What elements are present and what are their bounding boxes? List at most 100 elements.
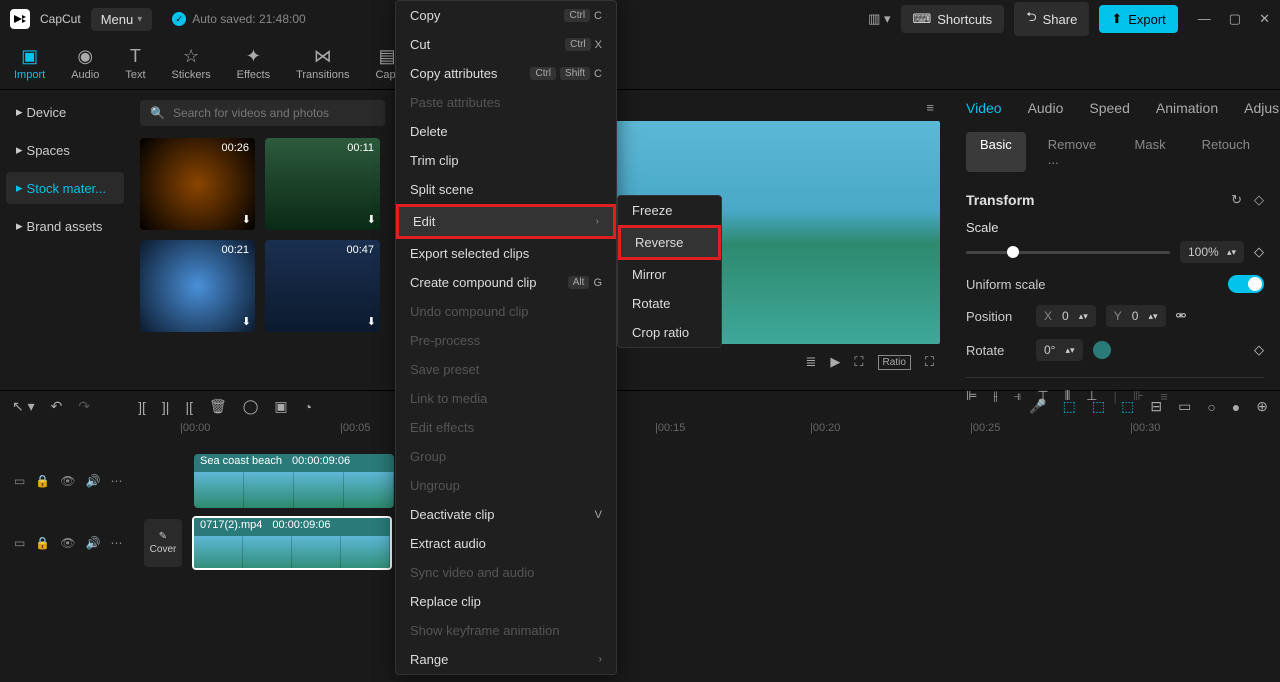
redo-icon[interactable]: ↷: [78, 398, 90, 415]
ctx-delete[interactable]: Delete: [396, 117, 616, 146]
shortcuts-button[interactable]: ⌨Shortcuts: [901, 5, 1005, 33]
tab-animation[interactable]: Animation: [1156, 100, 1218, 116]
play-icon[interactable]: ▶: [830, 354, 840, 370]
sub-mirror[interactable]: Mirror: [618, 260, 721, 289]
download-icon[interactable]: ⬇: [367, 315, 376, 328]
split-icon[interactable]: ][: [138, 399, 146, 415]
layer-icon[interactable]: ▭: [1178, 398, 1191, 415]
search-input[interactable]: 🔍Search for videos and photos: [140, 100, 385, 126]
fullscreen-icon[interactable]: ⛶: [925, 354, 934, 370]
align-center-icon[interactable]: ⫲: [993, 388, 997, 404]
ctx-edit[interactable]: Edit›: [396, 204, 616, 239]
tool-import[interactable]: ▣Import: [14, 46, 45, 81]
ctx-replaceclip[interactable]: Replace clip: [396, 587, 616, 616]
ctx-copyattr[interactable]: Copy attributesCtrlShiftC: [396, 59, 616, 88]
list-icon[interactable]: ≣: [806, 354, 817, 370]
eye-icon[interactable]: 👁: [60, 474, 75, 488]
timeline-clip-selected[interactable]: 0717(2).mp400:00:09:06: [192, 516, 392, 570]
collapse-icon[interactable]: ▭: [14, 474, 25, 488]
more-icon[interactable]: ⋯: [110, 474, 122, 488]
zoom-in-icon[interactable]: ⊕: [1256, 398, 1268, 415]
subtab-remove[interactable]: Remove ...: [1034, 132, 1113, 172]
sidebar-item-stock[interactable]: ▸ Stock mater...: [6, 172, 124, 204]
undo-icon[interactable]: ↶: [51, 398, 63, 415]
stepper-icon[interactable]: ▴▾: [1227, 247, 1236, 258]
zoom-slider[interactable]: ●: [1232, 399, 1240, 415]
scale-value[interactable]: 100%▴▾: [1180, 241, 1244, 263]
frame-icon[interactable]: ⛶: [854, 354, 863, 370]
lock-icon[interactable]: 🔒: [35, 536, 50, 550]
track-icon[interactable]: ⊟: [1150, 398, 1162, 415]
ctx-copy[interactable]: CopyCtrlC: [396, 1, 616, 30]
preview-axis-icon[interactable]: ⬚: [1121, 398, 1134, 415]
timeline-clip[interactable]: Sea coast beach00:00:09:06: [194, 454, 394, 508]
sidebar-item-device[interactable]: ▸ Device: [6, 96, 124, 128]
download-icon[interactable]: ⬇: [242, 315, 251, 328]
download-icon[interactable]: ⬇: [367, 213, 376, 226]
download-icon[interactable]: ⬇: [242, 213, 251, 226]
speed-icon[interactable]: ◔: [304, 399, 312, 415]
scale-slider[interactable]: [966, 251, 1170, 254]
align-left-icon[interactable]: ⊫: [966, 388, 977, 404]
pos-x-field[interactable]: X0▴▾: [1036, 305, 1096, 327]
eye-icon[interactable]: 👁: [60, 536, 75, 550]
layout-icon[interactable]: ▥ ▾: [868, 11, 890, 27]
tab-adjust[interactable]: Adjus: [1244, 100, 1279, 116]
ctx-extractaudio[interactable]: Extract audio: [396, 529, 616, 558]
zoom-out-icon[interactable]: ○: [1207, 399, 1215, 415]
ctx-deactivate[interactable]: Deactivate clipV: [396, 500, 616, 529]
ctx-createcomp[interactable]: Create compound clipAltG: [396, 268, 616, 297]
subtab-retouch[interactable]: Retouch: [1188, 132, 1264, 172]
sub-rotate[interactable]: Rotate: [618, 289, 721, 318]
tool-text[interactable]: TText: [125, 46, 145, 81]
linkage-icon[interactable]: ⬚: [1092, 398, 1105, 415]
ctx-range[interactable]: Range›: [396, 645, 616, 674]
keyframe-icon[interactable]: ◇: [1254, 244, 1264, 260]
close-icon[interactable]: ✕: [1259, 11, 1270, 27]
sidebar-item-brand[interactable]: ▸ Brand assets: [6, 210, 124, 242]
media-thumb[interactable]: 00:26⬇: [140, 138, 255, 230]
media-thumb[interactable]: 00:47⬇: [265, 240, 380, 332]
rotate-dial[interactable]: [1093, 341, 1111, 359]
keyframe-icon[interactable]: ◇: [1254, 342, 1264, 358]
collapse-icon[interactable]: ▭: [14, 536, 25, 550]
link-icon[interactable]: ⚮: [1176, 308, 1187, 324]
export-button[interactable]: ⬆Export: [1099, 5, 1177, 33]
ratio-icon[interactable]: Ratio: [878, 355, 911, 370]
ctx-splitscene[interactable]: Split scene: [396, 175, 616, 204]
sub-cropratio[interactable]: Crop ratio: [618, 318, 721, 347]
tool-transitions[interactable]: ⋈Transitions: [296, 46, 349, 81]
sub-freeze[interactable]: Freeze: [618, 196, 721, 225]
align-right-icon[interactable]: ⫣: [1014, 388, 1022, 404]
cursor-icon[interactable]: ↖ ▾: [12, 398, 35, 415]
minimize-icon[interactable]: —: [1198, 11, 1211, 27]
mic-icon[interactable]: 🎤: [1029, 398, 1046, 415]
hamburger-icon[interactable]: ≡: [926, 100, 934, 115]
mute-icon[interactable]: 🔊: [86, 536, 101, 550]
delete-icon[interactable]: 🗑: [209, 398, 227, 415]
magnet-icon[interactable]: ⬚: [1063, 398, 1076, 415]
sub-reverse[interactable]: Reverse: [618, 225, 721, 260]
tab-speed[interactable]: Speed: [1089, 100, 1129, 116]
pos-y-field[interactable]: Y0▴▾: [1106, 305, 1166, 327]
crop-icon[interactable]: ▣: [274, 398, 287, 415]
media-thumb[interactable]: 00:21⬇: [140, 240, 255, 332]
reset-icon[interactable]: ↻: [1231, 192, 1242, 208]
subtab-mask[interactable]: Mask: [1121, 132, 1180, 172]
lock-icon[interactable]: 🔒: [35, 474, 50, 488]
trim-right-icon[interactable]: |[: [185, 399, 193, 415]
share-button[interactable]: ⮌Share: [1014, 2, 1089, 36]
more-icon[interactable]: ⋯: [110, 536, 122, 550]
keyframe-icon[interactable]: ◇: [1254, 192, 1264, 208]
ctx-cut[interactable]: CutCtrlX: [396, 30, 616, 59]
mute-icon[interactable]: 🔊: [86, 474, 101, 488]
uniform-toggle[interactable]: [1228, 275, 1264, 293]
timeline-ruler[interactable]: |00:00 |00:05 |00:15 |00:20 |00:25 |00:3…: [0, 422, 1280, 450]
marker-icon[interactable]: ◯: [243, 398, 259, 415]
sidebar-item-spaces[interactable]: ▸ Spaces: [6, 134, 124, 166]
media-thumb[interactable]: 00:11⬇: [265, 138, 380, 230]
tab-audio[interactable]: Audio: [1028, 100, 1064, 116]
subtab-basic[interactable]: Basic: [966, 132, 1026, 172]
ctx-exportsel[interactable]: Export selected clips: [396, 239, 616, 268]
trim-left-icon[interactable]: ]|: [162, 399, 170, 415]
